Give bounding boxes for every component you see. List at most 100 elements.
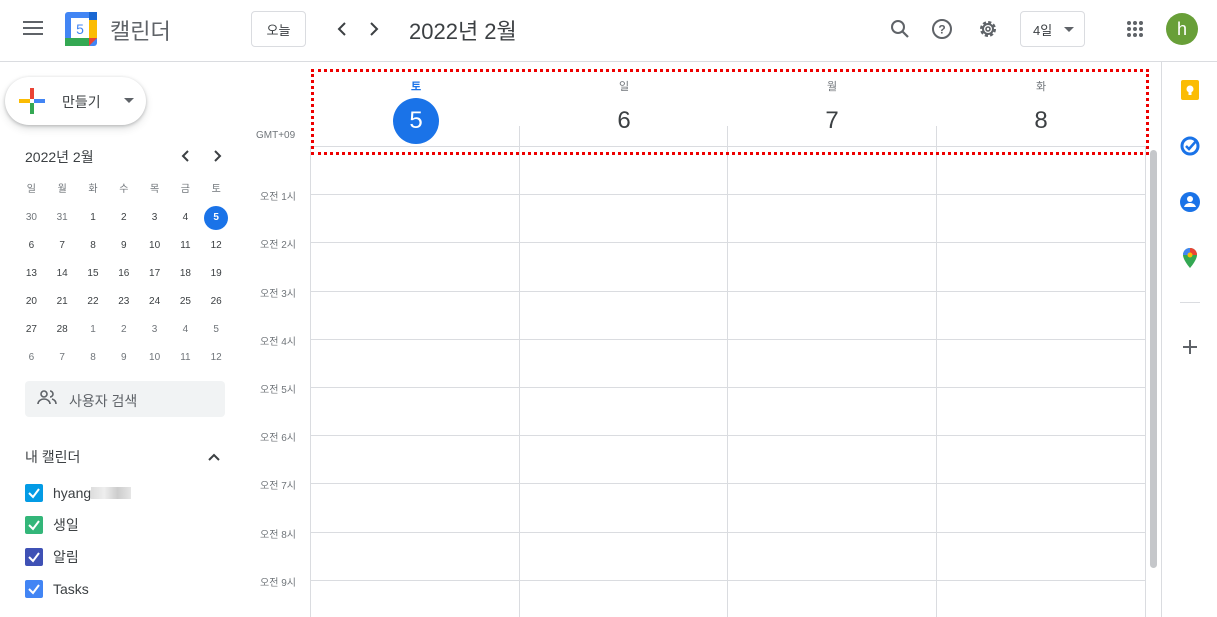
calendar-checkbox[interactable] xyxy=(25,484,43,502)
mini-calendar-day[interactable]: 20 xyxy=(16,290,47,314)
calendar-list-item[interactable]: Tasks xyxy=(25,579,89,599)
chevron-left-icon xyxy=(337,22,346,36)
checkmark-icon xyxy=(28,552,40,563)
hour-gridline xyxy=(310,435,1146,437)
my-calendars-title[interactable]: 내 캘린더 xyxy=(25,447,80,467)
mini-calendar-day[interactable]: 30 xyxy=(16,206,47,230)
mini-calendar-day[interactable]: 4 xyxy=(170,206,201,230)
mini-calendar-weekday-row: 일 월 화 수 목 금 토 xyxy=(16,176,232,204)
account-avatar[interactable]: h xyxy=(1166,13,1198,45)
redacted-text xyxy=(91,487,132,499)
create-button[interactable]: 만들기 xyxy=(5,77,146,125)
mini-calendar-day[interactable]: 3 xyxy=(139,206,170,230)
hour-label: 오전 9시 xyxy=(260,577,296,589)
mini-calendar-day[interactable]: 17 xyxy=(139,262,170,286)
maps-icon[interactable] xyxy=(1178,246,1202,270)
mini-calendar-day[interactable]: 6 xyxy=(16,234,47,258)
mini-calendar-day[interactable]: 18 xyxy=(170,262,201,286)
time-grid[interactable] xyxy=(310,146,1146,617)
calendar-list-item[interactable]: 알림 xyxy=(25,547,79,567)
mini-calendar-day[interactable]: 7 xyxy=(47,346,78,370)
gear-icon xyxy=(980,21,996,37)
mini-calendar-day[interactable]: 26 xyxy=(201,290,232,314)
next-period-button[interactable] xyxy=(354,9,394,49)
tasks-icon[interactable] xyxy=(1178,134,1202,158)
calendar-checkbox[interactable] xyxy=(25,548,43,566)
my-calendars-collapse-button[interactable] xyxy=(203,446,225,468)
calendar-name: 알림 xyxy=(53,549,79,565)
mini-calendar-day[interactable]: 12 xyxy=(201,234,232,258)
calendar-list-item[interactable]: 생일 xyxy=(25,515,79,535)
add-icon[interactable] xyxy=(1178,335,1202,359)
hour-label: 오전 7시 xyxy=(260,481,296,493)
today-button[interactable]: 오늘 xyxy=(251,11,306,47)
mini-calendar-day[interactable]: 14 xyxy=(47,262,78,286)
mini-calendar-day[interactable]: 16 xyxy=(108,262,139,286)
calendar-name: 생일 xyxy=(53,517,79,533)
calendar-checkbox[interactable] xyxy=(25,580,43,598)
mini-calendar-day[interactable]: 8 xyxy=(78,346,109,370)
mini-calendar-day[interactable]: 11 xyxy=(170,234,201,258)
calendar-logo-icon[interactable]: 5 xyxy=(65,12,97,46)
scrollbar-thumb[interactable] xyxy=(1150,150,1157,568)
side-panel-divider xyxy=(1180,302,1200,303)
hour-gridline xyxy=(310,483,1146,485)
app-title: 캘린더 xyxy=(110,19,171,44)
mini-calendar-day[interactable]: 10 xyxy=(139,234,170,258)
mini-calendar-week-row: 20 21 22 23 24 25 26 xyxy=(16,288,232,316)
current-month-title: 2022년 2월 xyxy=(409,19,517,44)
svg-text:?: ? xyxy=(938,23,945,37)
mini-calendar-day[interactable]: 24 xyxy=(139,290,170,314)
main-menu-button[interactable] xyxy=(13,8,53,48)
mini-calendar-prev-button[interactable] xyxy=(176,146,196,166)
mini-calendar-day[interactable]: 25 xyxy=(170,290,201,314)
mini-calendar-day[interactable]: 4 xyxy=(170,318,201,342)
mini-calendar-day[interactable]: 21 xyxy=(47,290,78,314)
mini-calendar-weeks: 30 31 1 2 3 4 5 6 7 8 9 10 11 12 13 14 15 16 17 18 19 20 21 22 2… xyxy=(16,204,232,372)
calendar-list-item[interactable]: hyang xyxy=(25,483,132,503)
mini-calendar-day[interactable]: 31 xyxy=(47,206,78,230)
mini-calendar-day[interactable]: 19 xyxy=(201,262,232,286)
mini-calendar-day[interactable]: 6 xyxy=(16,346,47,370)
view-selector[interactable]: 4일 xyxy=(1020,11,1085,47)
mini-calendar-day[interactable]: 5 xyxy=(201,318,232,342)
hour-gridline xyxy=(310,290,1146,292)
hour-gridline xyxy=(310,531,1146,533)
contacts-icon[interactable] xyxy=(1178,190,1202,214)
weekday-label: 화 xyxy=(88,184,98,195)
mini-calendar-day[interactable]: 13 xyxy=(16,262,47,286)
mini-calendar-next-button[interactable] xyxy=(207,146,227,166)
hour-gridline xyxy=(310,242,1146,244)
hour-label: 오전 2시 xyxy=(260,240,296,252)
mini-calendar-day[interactable]: 1 xyxy=(78,206,109,230)
mini-calendar-day[interactable]: 12 xyxy=(201,346,232,370)
mini-calendar-day[interactable]: 11 xyxy=(170,346,201,370)
mini-calendar-day[interactable]: 2 xyxy=(108,318,139,342)
mini-calendar-day[interactable]: 23 xyxy=(108,290,139,314)
hour-label: 오전 3시 xyxy=(260,288,296,300)
mini-calendar-day[interactable]: 22 xyxy=(78,290,109,314)
settings-button[interactable] xyxy=(968,9,1008,49)
help-button[interactable]: ? xyxy=(922,9,962,49)
svg-text:5: 5 xyxy=(76,21,84,37)
google-apps-button[interactable] xyxy=(1115,9,1155,49)
mini-calendar-day[interactable]: 5 xyxy=(201,206,232,230)
search-button[interactable] xyxy=(880,9,920,49)
calendar-checkbox[interactable] xyxy=(25,516,43,534)
hour-label: 오전 6시 xyxy=(260,433,296,445)
mini-calendar-day[interactable]: 15 xyxy=(78,262,109,286)
mini-calendar-day[interactable]: 27 xyxy=(16,318,47,342)
mini-calendar-day[interactable]: 1 xyxy=(78,318,109,342)
mini-calendar-day[interactable]: 9 xyxy=(108,346,139,370)
mini-calendar-day[interactable]: 7 xyxy=(47,234,78,258)
mini-calendar-day[interactable]: 28 xyxy=(47,318,78,342)
mini-calendar-day[interactable]: 2 xyxy=(108,206,139,230)
mini-calendar-day[interactable]: 3 xyxy=(139,318,170,342)
weekday-label: 목 xyxy=(149,184,160,195)
mini-calendar-day[interactable]: 10 xyxy=(139,346,170,370)
mini-calendar-day[interactable]: 8 xyxy=(78,234,109,258)
create-button-label: 만들기 xyxy=(62,94,101,110)
keep-icon[interactable] xyxy=(1178,78,1202,102)
people-search[interactable]: 사용자 검색 xyxy=(25,381,225,417)
mini-calendar-day[interactable]: 9 xyxy=(108,234,139,258)
